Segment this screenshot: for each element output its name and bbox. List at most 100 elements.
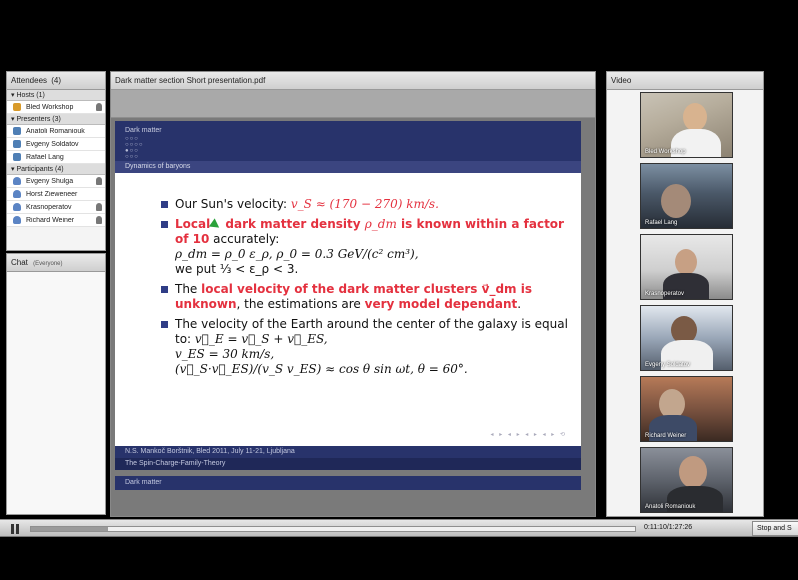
video-feed[interactable]: Krasnoperatov <box>640 234 733 300</box>
attendees-count: (4) <box>51 76 62 85</box>
microphone-icon <box>96 203 102 211</box>
slide-subtitle: Dynamics of baryons <box>115 161 581 173</box>
slide-footer-theory: The Spin-Charge-Family-Theory <box>115 458 581 470</box>
document-viewer[interactable]: Dark matter ○○○ ○○○○ ●○○ ○○○ Dynamics of ba… <box>111 118 595 516</box>
host-icon <box>13 103 21 111</box>
video-panel: Video Bled Workshop Rafael Lang Krasnope… <box>606 71 764 517</box>
pause-button[interactable] <box>10 524 20 534</box>
participant-silhouette <box>661 184 691 218</box>
participant-silhouette <box>683 103 707 131</box>
participant-icon <box>13 203 21 211</box>
timecode: 0:11:10/1:27:26 <box>644 524 693 531</box>
participant-silhouette <box>679 456 707 488</box>
slide-bullet: The local velocity of the dark matter cl… <box>161 282 581 312</box>
video-feed-label: Evgeny Soldatov <box>645 362 691 368</box>
slide-page: Dark matter ○○○ ○○○○ ●○○ ○○○ Dynamics of ba… <box>115 121 581 470</box>
video-feed[interactable]: Evgeny Soldatov <box>640 305 733 371</box>
bullet-text: The <box>175 282 202 296</box>
slide-bullet: Local dark matter density ρ_dm is known … <box>161 217 581 277</box>
hosts-group[interactable]: ▾ Hosts (1) <box>7 90 105 101</box>
hosts-label: Hosts (1) <box>16 92 45 99</box>
chat-header: Chat (Everyone) <box>7 254 105 272</box>
video-header: Video <box>607 72 763 90</box>
attendee-row[interactable]: Anatoli Romaniouk <box>7 125 105 138</box>
attendee-row[interactable]: Horst Zieweneer <box>7 188 105 201</box>
beamer-nav-icons: ◂ ▸ ◂ ▸ ◂ ▸ ◂ ▸ ⟲ <box>490 432 567 438</box>
video-feed[interactable]: Rafael Lang <box>640 163 733 229</box>
meeting-window: Attendees (4) ▾ Hosts (1) Bled Workshop … <box>0 0 798 580</box>
attendee-name: Rafael Lang <box>26 153 64 161</box>
participants-label: Participants (4) <box>16 166 64 173</box>
video-feed-label: Bled Workshop <box>645 149 686 155</box>
bullet-red-text: Local <box>175 217 211 231</box>
attendee-row[interactable]: Evgeny Soldatov <box>7 138 105 151</box>
attendee-name: Evgeny Shulga <box>26 177 74 185</box>
attendee-row[interactable]: Richard Weiner <box>7 214 105 227</box>
document-toolbar <box>111 90 595 118</box>
video-feed[interactable]: Richard Weiner <box>640 376 733 442</box>
slide-section: Dark matter <box>125 127 162 134</box>
slide-nav-dots: ○○○ ○○○○ ●○○ ○○○ <box>125 136 144 160</box>
bullet-math: v⃗_E = v⃗_S + v⃗_ES, <box>194 332 328 346</box>
slide-bullet: The velocity of the Earth around the cen… <box>161 317 581 377</box>
chat-scope[interactable]: (Everyone) <box>33 261 62 267</box>
attendee-row[interactable]: Bled Workshop <box>7 101 105 114</box>
attendee-row[interactable]: Evgeny Shulga <box>7 175 105 188</box>
attendee-row[interactable]: Rafael Lang <box>7 151 105 164</box>
attendee-name: Evgeny Soldatov <box>26 140 79 148</box>
slide-header: Dark matter ○○○ ○○○○ ●○○ ○○○ <box>115 121 581 161</box>
slide-body: Our Sun's velocity: v_S ≈ (170 − 270) km… <box>161 197 581 382</box>
attendees-panel: Attendees (4) ▾ Hosts (1) Bled Workshop … <box>6 71 106 251</box>
chat-panel: Chat (Everyone) <box>6 253 106 515</box>
attendees-title: Attendees <box>11 76 48 85</box>
attendee-name: Richard Weiner <box>26 216 75 224</box>
video-feed-label: Anatoli Romaniouk <box>645 504 696 510</box>
microphone-icon <box>96 103 102 111</box>
attendee-name: Bled Workshop <box>26 103 74 111</box>
bullet-math: v_S ≈ (170 − 270) km/s. <box>290 197 439 211</box>
slide-footer-authors: N.S. Mankoč Borštnik, Bled 2011, July 11… <box>115 446 581 458</box>
video-feed[interactable]: Anatoli Romaniouk <box>640 447 733 513</box>
chat-title: Chat <box>11 258 28 267</box>
playback-bar: 0:11:10/1:27:26 Stop and S <box>0 519 798 537</box>
bullet-text: . <box>517 297 522 311</box>
bullet-red-text: very model dependant <box>364 297 518 311</box>
bullet-math: ρ_dm = ρ_0 ε_ρ, ρ_0 = 0.3 GeV/(c² cm³), <box>175 247 419 261</box>
presenter-icon <box>13 140 21 148</box>
video-feed-label: Richard Weiner <box>645 433 687 439</box>
video-feed-label: Krasnoperatov <box>645 291 685 297</box>
bullet-text: Our Sun's velocity: <box>175 197 291 211</box>
bullet-text: , the estimations are <box>236 297 365 311</box>
attendees-header: Attendees (4) <box>7 72 105 90</box>
participant-icon <box>13 177 21 185</box>
bullet-text: we put ⅓ < ε_ρ < 3. <box>175 262 299 276</box>
bullet-math: ρ_dm <box>364 217 397 231</box>
document-panel: Dark matter section Short presentation.p… <box>110 71 596 517</box>
bullet-math: (v⃗_S·v⃗_ES)/(v_S v_ES) ≈ cos θ sin ωt, … <box>175 362 468 376</box>
seek-progress <box>31 527 109 531</box>
document-header: Dark matter section Short presentation.p… <box>111 72 595 90</box>
document-title: Dark matter section Short presentation.p… <box>115 76 266 85</box>
presenter-icon <box>13 127 21 135</box>
bullet-red-text: dark matter density <box>221 217 365 231</box>
participant-icon <box>13 216 21 224</box>
attendee-row[interactable]: Krasnoperatov <box>7 201 105 214</box>
video-feed-label: Rafael Lang <box>645 220 678 226</box>
participant-icon <box>13 190 21 198</box>
stop-button[interactable]: Stop and S <box>752 521 798 536</box>
presenters-group[interactable]: ▾ Presenters (3) <box>7 114 105 125</box>
bullet-math: v_ES = 30 km/s, <box>175 347 275 361</box>
participants-group[interactable]: ▾ Participants (4) <box>7 164 105 175</box>
slide-bullet: Our Sun's velocity: v_S ≈ (170 − 270) km… <box>161 197 581 212</box>
presenters-label: Presenters (3) <box>16 116 61 123</box>
microphone-icon <box>96 216 102 224</box>
bullet-red-text: local velocity of the dark matter cluste… <box>201 282 517 296</box>
attendee-name: Anatoli Romaniouk <box>26 127 85 135</box>
presenter-icon <box>13 153 21 161</box>
next-slide-preview: Dark matter <box>115 476 581 490</box>
bullet-text: accurately: <box>209 232 280 246</box>
participant-silhouette <box>675 249 697 275</box>
seek-slider[interactable] <box>30 526 636 532</box>
attendee-name: Horst Zieweneer <box>26 190 78 198</box>
video-feed[interactable]: Bled Workshop <box>640 92 733 158</box>
